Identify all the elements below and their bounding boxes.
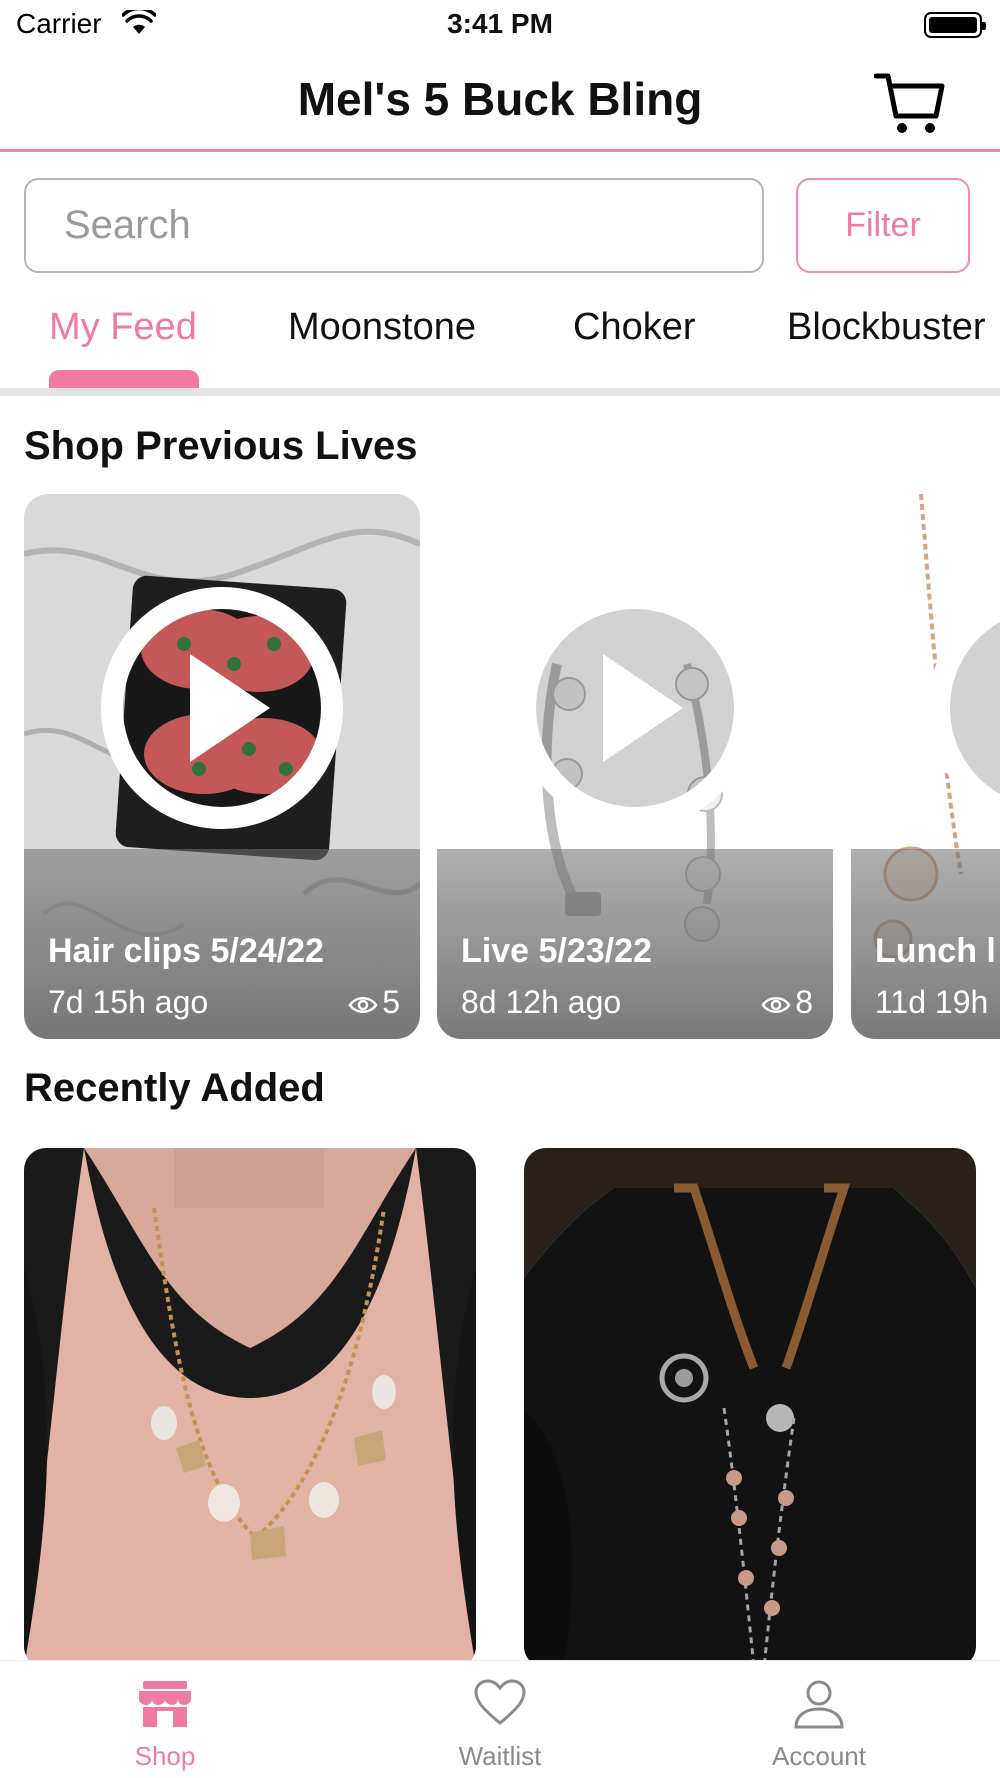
live-time-ago: 11d 19h: [875, 984, 989, 1020]
section-title-previous-lives: Shop Previous Lives: [24, 424, 418, 468]
tab-my-feed[interactable]: My Feed: [49, 306, 197, 349]
live-view-count: 8: [795, 984, 813, 1020]
active-tab-indicator: [49, 370, 199, 390]
nav-waitlist[interactable]: Waitlist: [380, 1661, 620, 1778]
nav-label: Account: [772, 1741, 866, 1771]
nav-shop[interactable]: Shop: [45, 1661, 285, 1778]
play-icon[interactable]: [927, 586, 1000, 830]
play-icon[interactable]: [100, 586, 344, 830]
nav-account[interactable]: Account: [699, 1661, 939, 1778]
status-bar: Carrier 3:41 PM: [0, 0, 1000, 50]
tab-choker[interactable]: Choker: [573, 306, 696, 349]
tab-moonstone[interactable]: Moonstone: [288, 306, 476, 349]
battery-icon: [924, 12, 986, 38]
app-header: Mel's 5 Buck Bling: [0, 50, 1000, 152]
section-title-recently-added: Recently Added: [24, 1066, 325, 1110]
live-title: Lunch l: [875, 932, 996, 970]
heart-icon: [474, 1679, 526, 1725]
cart-icon[interactable]: [874, 70, 946, 136]
status-time: 3:41 PM: [447, 8, 553, 39]
shop-icon: [139, 1681, 191, 1727]
eye-icon: [761, 996, 791, 1013]
live-time-ago: 8d 12h ago: [461, 984, 622, 1020]
live-view-count: 5: [382, 984, 400, 1020]
tab-blockbuster[interactable]: Blockbuster: [787, 306, 986, 349]
search-input[interactable]: [26, 180, 762, 271]
live-title: Live 5/23/22: [461, 932, 652, 970]
necklace-photo-icon: [24, 1148, 476, 1668]
live-views: 8: [761, 984, 813, 1021]
filter-button[interactable]: Filter: [796, 178, 970, 273]
search-box[interactable]: [24, 178, 764, 273]
necklace-photo-icon: [524, 1148, 976, 1668]
play-icon[interactable]: [513, 586, 757, 830]
live-card[interactable]: Hair clips 5/24/22 7d 15h ago 5: [24, 494, 420, 1039]
bottom-nav: Shop Waitlist Account: [0, 1660, 1000, 1778]
tabs-divider: [0, 388, 1000, 396]
nav-label: Waitlist: [458, 1741, 542, 1771]
store-title: Mel's 5 Buck Bling: [297, 73, 703, 125]
eye-icon: [348, 996, 378, 1013]
previous-lives-carousel[interactable]: Hair clips 5/24/22 7d 15h ago 5 Live 5/2…: [0, 494, 1000, 1039]
account-icon: [794, 1680, 844, 1729]
live-card[interactable]: Live 5/23/22 8d 12h ago 8: [437, 494, 833, 1039]
live-card[interactable]: Lunch l 11d 19h: [851, 494, 1000, 1039]
live-views: 5: [348, 984, 400, 1021]
product-card[interactable]: [24, 1148, 476, 1668]
nav-label: Shop: [134, 1741, 196, 1771]
product-card[interactable]: [524, 1148, 976, 1668]
category-tabs: My Feed Moonstone Choker Blockbuster: [0, 300, 1000, 390]
live-title: Hair clips 5/24/22: [48, 932, 324, 970]
live-time-ago: 7d 15h ago: [48, 984, 209, 1020]
